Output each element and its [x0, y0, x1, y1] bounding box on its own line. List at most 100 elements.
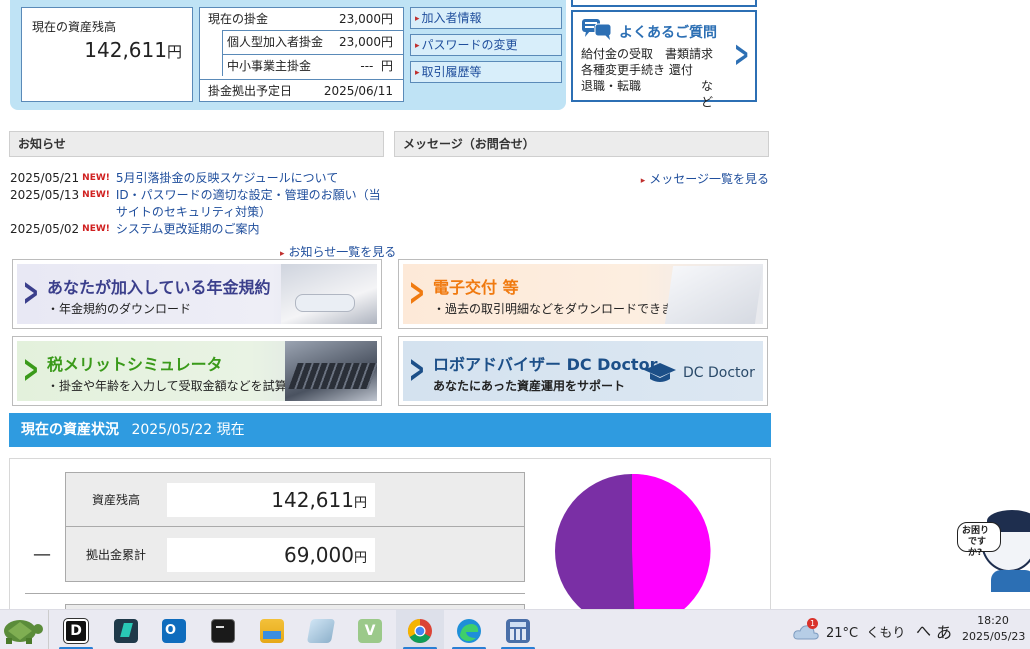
chrome-icon[interactable]: [407, 618, 433, 644]
ime-indicator[interactable]: あ: [936, 619, 952, 643]
dolby-icon[interactable]: D: [63, 618, 89, 644]
taskbar: D O V 1 21°C くもり へ あ 18:20 2025/05/23: [0, 609, 1030, 649]
news-link[interactable]: ID・パスワードの適切な設定・管理のお願い（当サイトのセキュリティ対策）: [116, 187, 384, 221]
tray-chevron-icon[interactable]: へ: [916, 620, 931, 641]
row-value: 23,000円: [339, 35, 393, 49]
keyboard-image: [285, 341, 377, 401]
messages-header: メッセージ（お問合せ）: [394, 131, 769, 157]
calculator-icon[interactable]: [506, 619, 530, 643]
electronic-delivery-banner[interactable]: > 電子交付 等 ・過去の取引明細などをダウンロードできます: [398, 259, 768, 329]
banner-title: ロボアドバイザー DC Doctor: [433, 355, 658, 374]
terminal-app-icon[interactable]: [114, 619, 138, 643]
banner-subtitle: ・掛金や年齢を入力して受取金額などを試算: [47, 379, 287, 393]
notepad-icon[interactable]: [306, 619, 336, 643]
change-password-link[interactable]: パスワードの変更: [410, 34, 562, 56]
robo-advisor-banner[interactable]: > ロボアドバイザー DC Doctor あなたにあった資産運用をサポート DC…: [398, 336, 768, 406]
news-more-link[interactable]: お知らせ一覧を見る: [280, 243, 397, 260]
banner-subtitle: あなたにあった資産運用をサポート: [433, 379, 626, 393]
row-label: 個人型加入者掛金: [227, 35, 324, 49]
row-unit: 円: [353, 551, 367, 566]
row-value: 23,000円: [339, 12, 393, 26]
asset-pie-chart: [555, 473, 711, 609]
turtle-icon[interactable]: [0, 613, 44, 647]
help-mascot[interactable]: お困り ですか?: [957, 510, 1030, 592]
row-unit: 円: [353, 496, 367, 511]
news-item: 2025/05/21 NEW! 5月引落掛金の反映スケジュールについて: [10, 170, 384, 187]
row-value: --- 円: [360, 59, 393, 73]
pension-rules-banner[interactable]: > あなたが加入している年金規約 ・年金規約のダウンロード: [12, 259, 382, 329]
document-roll: [295, 294, 355, 312]
asset-status-bar: 現在の資産状況 2025/05/22 現在: [9, 413, 771, 447]
faq-line: 各種変更手続き 還付: [581, 63, 693, 77]
row-label: 掛金拠出予定日: [208, 84, 293, 98]
command-prompt-icon[interactable]: [211, 619, 235, 643]
new-badge: NEW!: [82, 173, 110, 183]
asset-table: 資産残高 142,611円 拠出金累計 69,000円: [65, 472, 525, 582]
news-list: 2025/05/21 NEW! 5月引落掛金の反映スケジュールについて 2025…: [10, 170, 384, 238]
divider: [48, 610, 49, 649]
employer-contribution-row: 中小事業主掛金 --- 円: [223, 54, 403, 76]
divider: [25, 593, 525, 594]
contribution-box: 現在の掛金 23,000円 個人型加入者掛金 23,000円 中小事業主掛金 -…: [199, 7, 404, 102]
chevron-right-icon: >: [23, 347, 39, 391]
chevron-right-icon: >: [23, 270, 39, 314]
balance-box: 現在の資産残高 142,611円: [21, 7, 193, 102]
weather-widget[interactable]: 1: [792, 618, 820, 642]
clock-time: 18:20: [977, 614, 1009, 627]
row-label: 拠出金累計: [85, 548, 146, 562]
top-box-edge: [571, 0, 757, 7]
subscriber-info-link[interactable]: 加入者情報: [410, 7, 562, 29]
news-header: お知らせ: [9, 131, 384, 157]
weather-text[interactable]: 21°C くもり: [826, 622, 905, 641]
news-link[interactable]: システム更改延期のご案内: [116, 221, 384, 238]
faq-line-text: 退職・転職: [581, 79, 642, 93]
help-text: お困り: [962, 526, 990, 536]
news-item: 2025/05/02 NEW! システム更改延期のご案内: [10, 221, 384, 238]
contribution-total-row: 拠出金累計 69,000円: [66, 528, 524, 582]
faq-box[interactable]: よくあるご質問 給付金の受取 書類請求 各種変更手続き 還付 退職・転職 など >: [571, 10, 757, 109]
clock-date: 2025/05/23: [962, 630, 1026, 643]
asset-status-title: 現在の資産状況: [21, 422, 119, 438]
outlook-glyph: O: [165, 623, 177, 638]
row-amount: 142,611: [271, 488, 354, 512]
paper-image: [664, 266, 763, 324]
dolby-glyph: D: [70, 623, 82, 639]
faq-line: 給付金の受取 書類請求: [581, 47, 714, 61]
news-date: 2025/05/21: [10, 171, 80, 185]
edge-icon[interactable]: [456, 618, 482, 644]
documents-image: [281, 264, 377, 324]
row-label: 現在の掛金: [208, 12, 269, 26]
keyboard-keys: [288, 363, 377, 389]
vim-glyph: V: [364, 623, 376, 639]
banner-subtitle: ・過去の取引明細などをダウンロードできます: [433, 302, 686, 316]
banner-title: 税メリットシミュレータ: [47, 355, 223, 374]
banner-title: あなたが加入している年金規約: [47, 278, 271, 297]
faq-chat-icon: [582, 19, 612, 40]
current-contribution-row: 現在の掛金 23,000円: [200, 8, 403, 30]
faq-lines: 給付金の受取 書類請求 各種変更手続き 還付 退職・転職 など: [581, 46, 714, 109]
balance-amount: 142,611: [84, 38, 167, 62]
transaction-history-link[interactable]: 取引履歴等: [410, 61, 562, 83]
news-link[interactable]: 5月引落掛金の反映スケジュールについて: [116, 170, 384, 187]
faq-title: よくあるご質問: [619, 25, 717, 41]
dc-doctor-logo: DC Doctor: [683, 365, 755, 381]
dash-marker: —: [33, 544, 51, 565]
individual-contribution-row: 個人型加入者掛金 23,000円: [223, 31, 403, 53]
clock[interactable]: 18:20 2025/05/23: [962, 613, 1026, 645]
vim-icon[interactable]: V: [358, 619, 382, 643]
help-bubble: お困り ですか?: [957, 522, 1001, 558]
mascot-body: [991, 570, 1030, 592]
app-glyph: [120, 623, 133, 637]
outlook-icon[interactable]: O: [162, 619, 186, 643]
chevron-right-icon: >: [409, 270, 425, 314]
graduation-cap-icon: [644, 363, 676, 382]
messages-more-link[interactable]: メッセージ一覧を見る: [641, 170, 769, 187]
file-explorer-icon[interactable]: [260, 619, 284, 643]
tax-simulator-banner[interactable]: > 税メリットシミュレータ ・掛金や年齢を入力して受取金額などを試算: [12, 336, 382, 406]
faq-line: 退職・転職 など: [581, 78, 713, 109]
news-date: 2025/05/02: [10, 222, 80, 236]
faq-suffix: など: [701, 79, 714, 109]
pie-slice-magenta: [632, 473, 711, 609]
calc-display: [510, 622, 526, 627]
balance-unit: 円: [166, 43, 182, 61]
